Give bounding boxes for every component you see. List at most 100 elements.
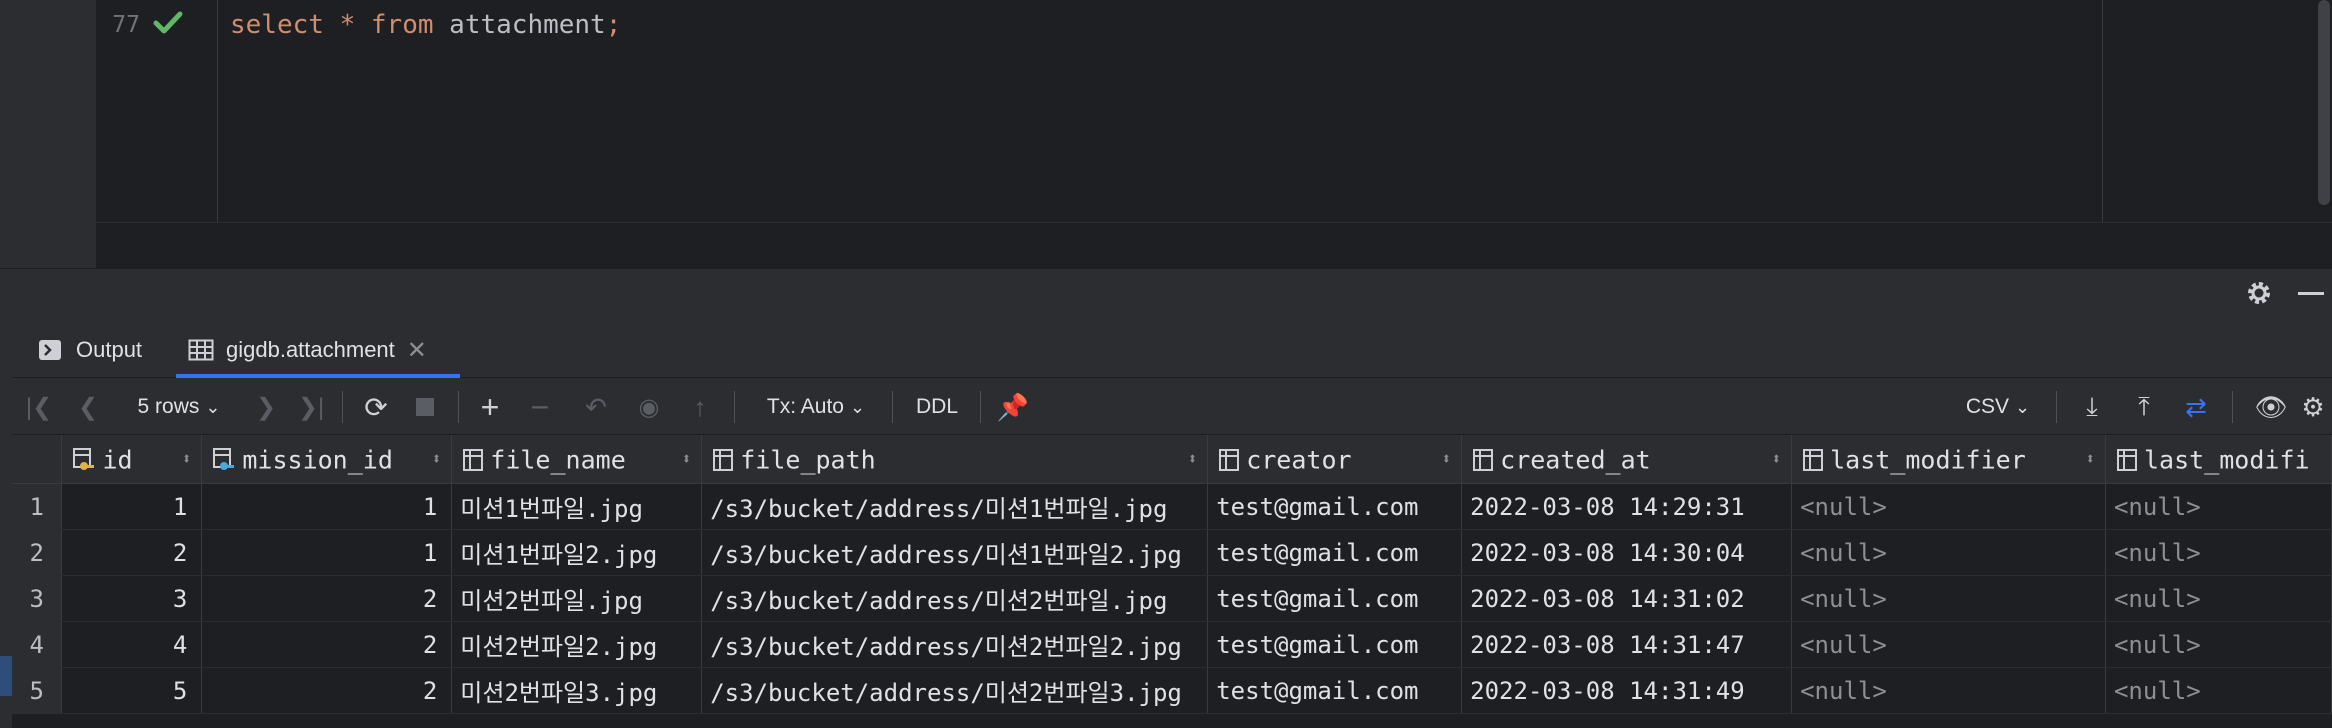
revert-icon[interactable]: ↶ (580, 379, 612, 435)
cell-mission-id[interactable]: 2 (201, 621, 453, 668)
cell-last-modifier[interactable]: <null> (1791, 621, 2106, 668)
cell-mission-id[interactable]: 1 (201, 483, 453, 530)
cell-last-modifier[interactable]: <null> (1791, 575, 2106, 622)
sort-icon[interactable]: ⬍ (1188, 449, 1198, 468)
cell-last-modifier[interactable]: <null> (1791, 483, 2106, 530)
cell-created-at[interactable]: 2022-03-08 14:31:49 (1461, 667, 1793, 714)
sort-icon[interactable]: ⬍ (2085, 449, 2095, 468)
table-row[interactable]: 4 4 2 미션2번파일2.jpg /s3/bucket/address/미션2… (12, 621, 2332, 668)
first-page-icon[interactable]: |❮ (24, 379, 54, 435)
editor-scrollbar[interactable] (2318, 0, 2330, 205)
cell-creator[interactable]: test@gmail.com (1207, 575, 1463, 622)
cell-last-modified[interactable]: <null> (2105, 621, 2332, 668)
cell-creator[interactable]: test@gmail.com (1207, 667, 1463, 714)
cell-mission-id[interactable]: 2 (201, 575, 453, 622)
submit-icon[interactable]: ↑ (684, 379, 716, 435)
chevron-down-icon: ⌄ (849, 396, 866, 417)
cell-created-at[interactable]: 2022-03-08 14:29:31 (1461, 483, 1793, 530)
gear-icon[interactable] (2244, 278, 2274, 308)
tab-gigdb-attachment[interactable]: gigdb.attachment ✕ (188, 322, 427, 378)
column-header-creator[interactable]: creator ⬍ (1207, 435, 1463, 484)
pin-icon[interactable]: 📌 (996, 379, 1030, 435)
row-number[interactable]: 3 (12, 575, 63, 622)
column-header-id[interactable]: id ⬍ (61, 435, 203, 484)
cell-mission-id[interactable]: 1 (201, 529, 453, 576)
settings-icon[interactable]: ⚙ (2296, 379, 2330, 435)
column-header-last-modified[interactable]: last_modifi (2105, 435, 2332, 484)
row-number[interactable]: 2 (12, 529, 63, 576)
sort-icon[interactable]: ⬍ (682, 449, 692, 468)
transaction-mode-dropdown[interactable]: Tx: Auto ⌄ (756, 379, 876, 435)
stop-icon[interactable] (410, 379, 440, 435)
close-icon[interactable]: ✕ (407, 336, 427, 365)
cell-file-path[interactable]: /s3/bucket/address/미션2번파일2.jpg (701, 621, 1209, 668)
cell-last-modified[interactable]: <null> (2105, 529, 2332, 576)
column-header-mission-id[interactable]: mission_id ⬍ (201, 435, 453, 484)
cell-id[interactable]: 3 (61, 575, 203, 622)
rows-dropdown[interactable]: 5 rows ⌄ (124, 379, 234, 435)
cell-last-modifier[interactable]: <null> (1791, 529, 2106, 576)
cell-file-name[interactable]: 미션1번파일2.jpg (451, 529, 703, 576)
add-row-icon[interactable]: + (474, 379, 506, 435)
cell-mission-id[interactable]: 2 (201, 667, 453, 714)
refresh-icon[interactable]: ⟳ (358, 379, 394, 435)
cell-id[interactable]: 2 (61, 529, 203, 576)
sort-icon[interactable]: ⬍ (432, 449, 442, 468)
row-number-header (12, 435, 63, 484)
table-row[interactable]: 2 2 1 미션1번파일2.jpg /s3/bucket/address/미션1… (12, 529, 2332, 576)
next-page-icon[interactable]: ❯ (252, 379, 280, 435)
column-header-last-modifier[interactable]: last_modifier ⬍ (1791, 435, 2106, 484)
minimize-icon[interactable] (2298, 292, 2324, 295)
cell-file-path[interactable]: /s3/bucket/address/미션1번파일2.jpg (701, 529, 1209, 576)
cell-id[interactable]: 5 (61, 667, 203, 714)
column-icon (2116, 448, 2137, 471)
sql-code-line[interactable]: select * from attachment; (230, 6, 621, 44)
cell-file-name[interactable]: 미션2번파일2.jpg (451, 621, 703, 668)
column-header-file-name[interactable]: file_name ⬍ (451, 435, 703, 484)
tab-output[interactable]: Output (38, 322, 142, 378)
cell-file-path[interactable]: /s3/bucket/address/미션2번파일3.jpg (701, 667, 1209, 714)
cell-creator[interactable]: test@gmail.com (1207, 621, 1463, 668)
table-row[interactable]: 5 5 2 미션2번파일3.jpg /s3/bucket/address/미션2… (12, 667, 2332, 714)
column-header-file-path[interactable]: file_path ⬍ (701, 435, 1209, 484)
cell-file-path[interactable]: /s3/bucket/address/미션1번파일.jpg (701, 483, 1209, 530)
ddl-button[interactable]: DDL (908, 379, 966, 435)
cell-file-name[interactable]: 미션2번파일.jpg (451, 575, 703, 622)
cell-created-at[interactable]: 2022-03-08 14:31:47 (1461, 621, 1793, 668)
cell-creator[interactable]: test@gmail.com (1207, 529, 1463, 576)
prev-page-icon[interactable]: ❮ (74, 379, 102, 435)
row-number[interactable]: 4 (12, 621, 63, 668)
cell-creator[interactable]: test@gmail.com (1207, 483, 1463, 530)
cell-id[interactable]: 4 (61, 621, 203, 668)
result-tabs: Output gigdb.attachment ✕ (12, 322, 2332, 378)
row-number[interactable]: 5 (12, 667, 63, 714)
sort-icon[interactable]: ⬍ (182, 449, 192, 468)
cell-id[interactable]: 1 (61, 483, 203, 530)
sort-icon[interactable]: ⬍ (1442, 449, 1452, 468)
delete-row-icon[interactable]: − (524, 379, 556, 435)
cell-created-at[interactable]: 2022-03-08 14:30:04 (1461, 529, 1793, 576)
preview-changes-icon[interactable]: ◉ (632, 379, 666, 435)
cell-last-modified[interactable]: <null> (2105, 575, 2332, 622)
download-icon[interactable]: ⤓ (2076, 379, 2108, 435)
last-page-icon[interactable]: ❯| (294, 379, 328, 435)
row-number[interactable]: 1 (12, 483, 63, 530)
table-row[interactable]: 1 1 1 미션1번파일.jpg /s3/bucket/address/미션1번… (12, 483, 2332, 530)
export-format-dropdown[interactable]: CSV ⌄ (1956, 379, 2040, 435)
sql-table-name: attachment (449, 10, 606, 40)
right-margin-guide (2102, 0, 2103, 222)
eye-icon[interactable]: 👁 (2252, 379, 2290, 435)
table-row[interactable]: 3 3 2 미션2번파일.jpg /s3/bucket/address/미션2번… (12, 575, 2332, 622)
cell-last-modified[interactable]: <null> (2105, 667, 2332, 714)
compare-icon[interactable]: ⇄ (2176, 379, 2216, 435)
sort-icon[interactable]: ⬍ (1771, 449, 1781, 468)
cell-file-name[interactable]: 미션1번파일.jpg (451, 483, 703, 530)
cell-last-modifier[interactable]: <null> (1791, 667, 2106, 714)
cell-last-modified[interactable]: <null> (2105, 483, 2332, 530)
column-header-created-at[interactable]: created_at ⬍ (1461, 435, 1793, 484)
cell-file-path[interactable]: /s3/bucket/address/미션2번파일.jpg (701, 575, 1209, 622)
cell-created-at[interactable]: 2022-03-08 14:31:02 (1461, 575, 1793, 622)
cell-file-name[interactable]: 미션2번파일3.jpg (451, 667, 703, 714)
toolbar-separator (342, 391, 343, 423)
upload-icon[interactable]: ⤒ (2128, 379, 2160, 435)
